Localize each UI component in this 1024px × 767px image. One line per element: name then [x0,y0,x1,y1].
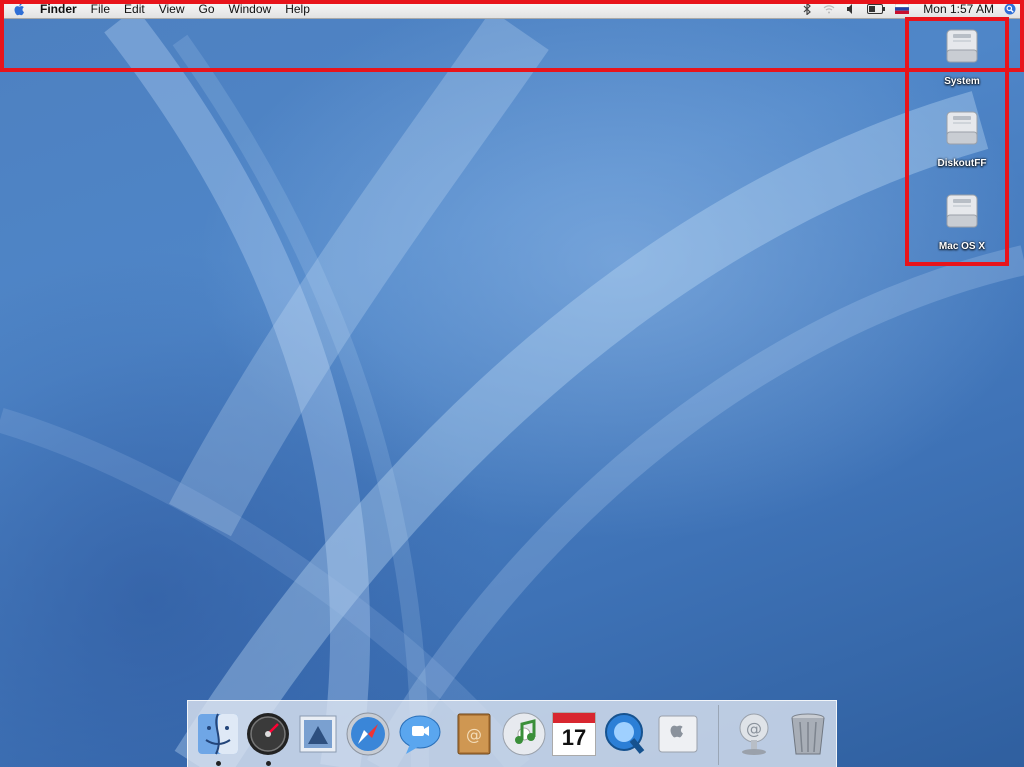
desktop-wallpaper [0,0,1024,767]
mail-icon[interactable] [294,710,342,758]
safari-icon[interactable] [344,710,392,758]
finder-icon[interactable] [194,710,242,758]
ichat-icon[interactable] [396,710,444,758]
running-indicator [266,761,271,766]
dashboard-icon[interactable] [244,710,292,758]
highlight-menu-bar-box [0,0,1024,72]
svg-text:@: @ [466,725,482,744]
wallpaper-streaks [0,7,1024,767]
trash-icon[interactable] [784,710,832,758]
highlight-desktop-icons-box [905,17,1009,266]
itunes-icon[interactable] [500,710,548,758]
svg-text:@: @ [746,719,762,738]
ical-icon[interactable]: 17 [552,712,596,756]
running-indicator [216,761,221,766]
quicktime-icon[interactable] [602,710,650,758]
address-book-icon[interactable]: @ [450,710,498,758]
network-icon[interactable]: @ [730,710,778,758]
ical-date: 17 [561,725,587,750]
dock-separator [718,705,719,765]
preferences-icon[interactable] [654,710,702,758]
dock: @ 17 @ [187,700,837,767]
